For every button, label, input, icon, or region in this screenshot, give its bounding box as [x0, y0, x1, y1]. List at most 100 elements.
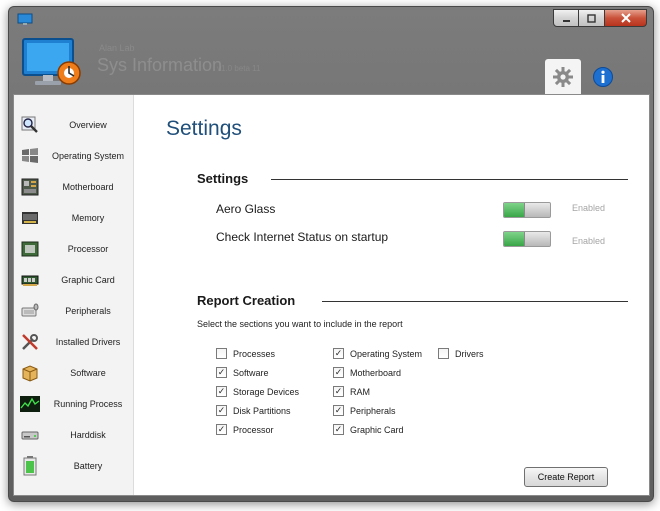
sidebar-item-harddisk[interactable]: Harddisk: [14, 421, 134, 449]
checkmark-icon[interactable]: ✓: [216, 367, 227, 378]
maximize-button[interactable]: [579, 9, 605, 27]
sidebar-item-label: Harddisk: [70, 430, 106, 440]
maximize-icon: [587, 13, 596, 23]
checkbox-disk-partitions[interactable]: ✓ Disk Partitions: [216, 405, 291, 416]
toggle-knob: [524, 203, 550, 217]
checkbox-label: Graphic Card: [350, 424, 404, 435]
sidebar-item-label: Processor: [67, 244, 109, 254]
info-icon: [593, 67, 613, 87]
checkbox-label: Operating System: [350, 348, 423, 359]
sidebar-item-operating-system[interactable]: Operating System: [14, 142, 134, 170]
sidebar-item-label: Installed Drivers: [55, 337, 121, 347]
monitor-icon: [17, 13, 33, 27]
aero-glass-toggle[interactable]: [503, 202, 551, 218]
main-body: Overview Operating System Motherboard Me…: [13, 94, 650, 496]
harddisk-icon: [20, 425, 40, 445]
tab-about[interactable]: [585, 59, 621, 95]
checkmark-icon[interactable]: ✓: [333, 405, 344, 416]
close-icon: [620, 13, 631, 23]
sidebar-item-peripherals[interactable]: Peripherals: [14, 297, 134, 325]
toggle-on-fill: [504, 232, 526, 246]
toggle-on-fill: [504, 203, 526, 217]
peripherals-icon: [20, 301, 40, 321]
checkbox-box[interactable]: [216, 348, 227, 359]
close-button[interactable]: [605, 9, 647, 27]
checkmark-icon[interactable]: ✓: [333, 348, 344, 359]
minimize-button[interactable]: [553, 9, 579, 27]
minimize-icon: [562, 19, 570, 22]
checkbox-software[interactable]: ✓ Software: [216, 367, 269, 378]
sidebar-item-overview[interactable]: Overview: [14, 111, 134, 139]
settings-section-heading: Settings: [197, 171, 249, 186]
graphic-card-icon: [20, 270, 40, 290]
checkbox-ram[interactable]: ✓ RAM: [333, 386, 370, 397]
sidebar-item-running-process[interactable]: Running Process: [14, 390, 134, 418]
checkbox-label: Software: [233, 367, 269, 378]
checkbox-label: Motherboard: [350, 367, 402, 378]
checkbox-box[interactable]: [438, 348, 449, 359]
settings-panel: Settings Settings Aero Glass Enabled Che…: [135, 95, 649, 495]
windows-logo-icon: [20, 146, 40, 166]
sidebar-item-software[interactable]: Software: [14, 359, 134, 387]
checkbox-processor[interactable]: ✓ Processor: [216, 424, 274, 435]
checkmark-icon[interactable]: ✓: [333, 424, 344, 435]
app-window: Alan Lab Sys Information v1.0 beta 11 Ov…: [8, 6, 654, 502]
sidebar-item-label: Operating System: [51, 151, 125, 161]
gear-icon: [553, 67, 573, 87]
sidebar-item-label: Graphic Card: [61, 275, 115, 285]
processor-icon: [20, 239, 40, 259]
window-controls: [553, 9, 647, 27]
report-section-heading: Report Creation: [197, 293, 296, 308]
divider: [322, 301, 628, 302]
sidebar-item-label: Battery: [73, 461, 103, 471]
checkbox-storage-devices[interactable]: ✓ Storage Devices: [216, 386, 299, 397]
sidebar-item-processor[interactable]: Processor: [14, 235, 134, 263]
checkmark-icon[interactable]: ✓: [216, 405, 227, 416]
software-box-icon: [20, 363, 40, 383]
checkbox-operating-system[interactable]: ✓ Operating System: [333, 348, 422, 359]
sidebar-item-motherboard[interactable]: Motherboard: [14, 173, 134, 201]
memory-icon: [20, 208, 40, 228]
page-title: Settings: [166, 117, 242, 140]
report-helper-text: Select the sections you want to include …: [197, 319, 403, 329]
sidebar-item-installed-drivers[interactable]: Installed Drivers: [14, 328, 134, 356]
sidebar-item-graphic-card[interactable]: Graphic Card: [14, 266, 134, 294]
app-header: Alan Lab Sys Information v1.0 beta 11: [9, 27, 653, 95]
checkbox-peripherals[interactable]: ✓ Peripherals: [333, 405, 396, 416]
checkbox-label: RAM: [350, 386, 370, 397]
divider: [271, 179, 628, 180]
checkmark-icon[interactable]: ✓: [333, 367, 344, 378]
magnifier-icon: [20, 115, 40, 135]
create-report-button[interactable]: Create Report: [524, 467, 608, 487]
checkbox-label: Peripherals: [350, 405, 396, 416]
checkbox-drivers[interactable]: Drivers: [438, 348, 484, 359]
sidebar: Overview Operating System Motherboard Me…: [14, 95, 134, 495]
app-logo-icon: [22, 38, 81, 85]
sidebar-item-label: Memory: [71, 213, 105, 223]
checkmark-icon[interactable]: ✓: [333, 386, 344, 397]
tools-icon: [20, 332, 40, 352]
checkbox-motherboard[interactable]: ✓ Motherboard: [333, 367, 401, 378]
battery-icon: [20, 456, 40, 476]
internet-check-toggle[interactable]: [503, 231, 551, 247]
toggle-knob: [524, 232, 550, 246]
checkmark-icon[interactable]: ✓: [216, 386, 227, 397]
internet-check-state: Enabled: [572, 236, 606, 246]
process-monitor-icon: [20, 394, 40, 414]
checkbox-label: Storage Devices: [233, 386, 300, 397]
brand-title: Sys Information: [97, 55, 223, 75]
sidebar-item-label: Software: [70, 368, 106, 378]
checkbox-label: Drivers: [455, 348, 484, 359]
motherboard-icon: [20, 177, 40, 197]
brand-version: v1.0 beta 11: [217, 64, 261, 73]
checkbox-graphic-card[interactable]: ✓ Graphic Card: [333, 424, 404, 435]
checkbox-label: Processes: [233, 348, 276, 359]
checkbox-label: Processor: [233, 424, 274, 435]
sidebar-item-label: Overview: [69, 120, 107, 130]
sidebar-item-memory[interactable]: Memory: [14, 204, 134, 232]
checkmark-icon[interactable]: ✓: [216, 424, 227, 435]
tab-settings[interactable]: [545, 59, 581, 95]
sidebar-item-battery[interactable]: Battery: [14, 452, 134, 480]
checkbox-processes[interactable]: Processes: [216, 348, 275, 359]
sidebar-item-label: Motherboard: [62, 182, 114, 192]
